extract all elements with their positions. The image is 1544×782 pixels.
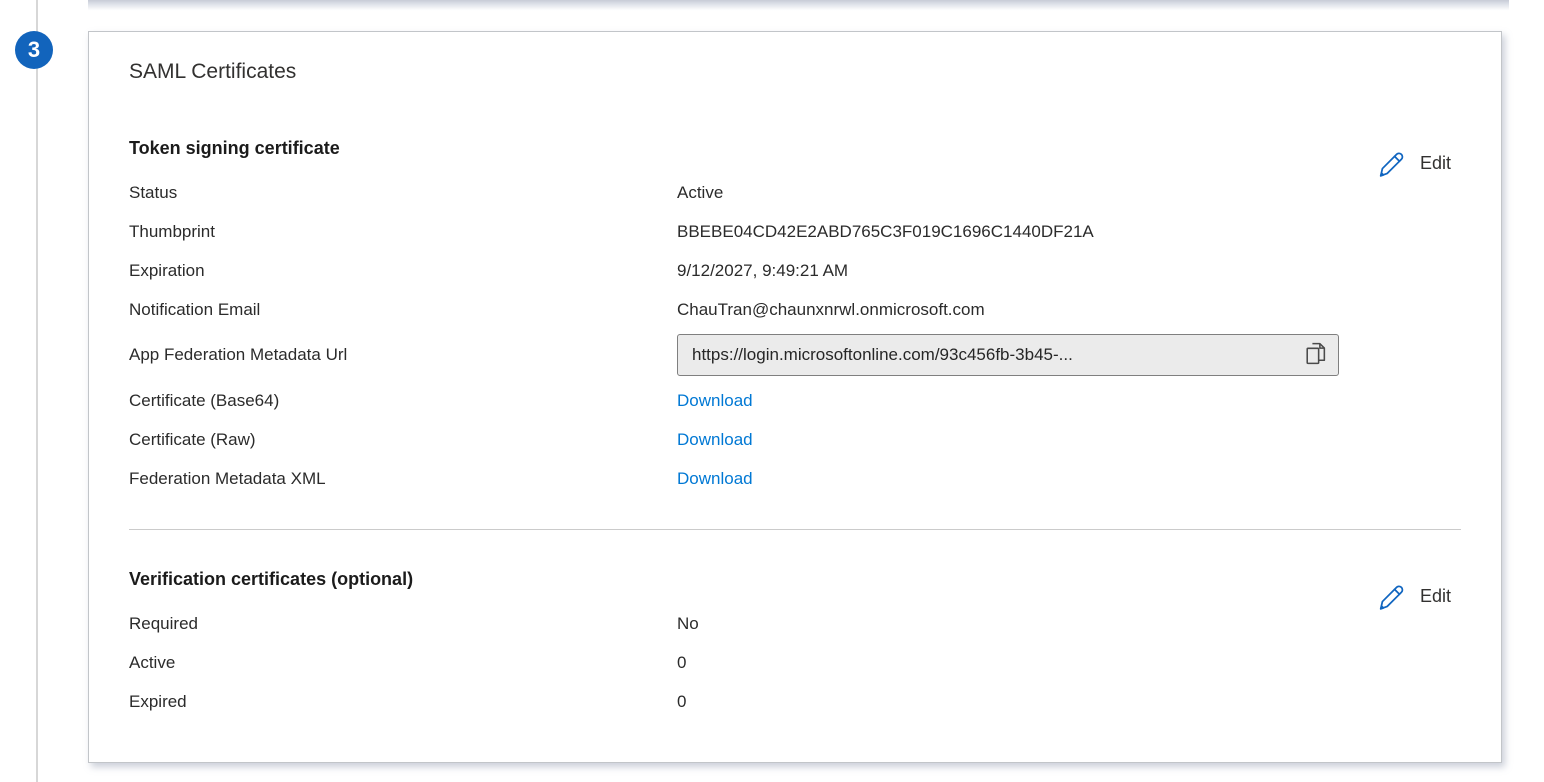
step-number-badge: 3 (15, 31, 53, 69)
federation-metadata-xml-row: Federation Metadata XML Download (129, 468, 1461, 490)
edit-pencil-icon (1376, 581, 1407, 612)
expired-row: Expired 0 (129, 691, 1461, 713)
thumbprint-value: BBEBE04CD42E2ABD765C3F019C1696C1440DF21A (677, 221, 1461, 243)
verification-certificates-heading: Verification certificates (optional) (129, 567, 1461, 591)
edit-button-label: Edit (1420, 586, 1451, 607)
required-label: Required (129, 613, 677, 635)
certificate-raw-row: Certificate (Raw) Download (129, 429, 1461, 451)
thumbprint-label: Thumbprint (129, 221, 677, 243)
active-row: Active 0 (129, 652, 1461, 674)
expired-value: 0 (677, 691, 1461, 713)
expiration-label: Expiration (129, 260, 677, 282)
status-value: Active (677, 182, 1461, 204)
notification-email-label: Notification Email (129, 299, 677, 321)
required-value: No (677, 613, 1461, 635)
section-divider (129, 529, 1461, 530)
notification-email-row: Notification Email ChauTran@chaunxnrwl.o… (129, 299, 1461, 321)
expired-label: Expired (129, 691, 677, 713)
certificate-base64-row: Certificate (Base64) Download (129, 390, 1461, 412)
download-federation-metadata-xml-link[interactable]: Download (677, 469, 753, 488)
previous-card-bottom-edge (88, 0, 1509, 11)
edit-pencil-icon (1376, 148, 1407, 179)
edit-button-label: Edit (1420, 153, 1451, 174)
active-value: 0 (677, 652, 1461, 674)
download-certificate-raw-link[interactable]: Download (677, 430, 753, 449)
step-number: 3 (28, 37, 40, 63)
notification-email-value: ChauTran@chaunxnrwl.onmicrosoft.com (677, 299, 1461, 321)
active-label: Active (129, 652, 677, 674)
edit-token-signing-certificate-button[interactable]: Edit (1376, 148, 1451, 179)
app-federation-metadata-url-label: App Federation Metadata Url (129, 344, 677, 366)
expiration-value: 9/12/2027, 9:49:21 AM (677, 260, 1461, 282)
saml-certificates-card: SAML Certificates Edit Token signing cer… (88, 31, 1502, 763)
expiration-row: Expiration 9/12/2027, 9:49:21 AM (129, 260, 1461, 282)
status-label: Status (129, 182, 677, 204)
edit-verification-certificates-button[interactable]: Edit (1376, 581, 1451, 612)
app-federation-metadata-url-field[interactable]: https://login.microsoftonline.com/93c456… (677, 334, 1339, 376)
copy-icon (1303, 340, 1327, 370)
federation-metadata-xml-label: Federation Metadata XML (129, 468, 677, 490)
copy-url-button[interactable] (1300, 340, 1330, 370)
step-connector-line (36, 0, 38, 782)
app-federation-metadata-url-row: App Federation Metadata Url https://logi… (129, 334, 1461, 376)
token-signing-certificate-heading: Token signing certificate (129, 136, 1461, 160)
app-federation-metadata-url-value: https://login.microsoftonline.com/93c456… (692, 344, 1300, 366)
card-title: SAML Certificates (129, 58, 1461, 86)
certificate-base64-label: Certificate (Base64) (129, 390, 677, 412)
thumbprint-row: Thumbprint BBEBE04CD42E2ABD765C3F019C169… (129, 221, 1461, 243)
download-certificate-base64-link[interactable]: Download (677, 391, 753, 410)
required-row: Required No (129, 613, 1461, 635)
status-row: Status Active (129, 182, 1461, 204)
certificate-raw-label: Certificate (Raw) (129, 429, 677, 451)
